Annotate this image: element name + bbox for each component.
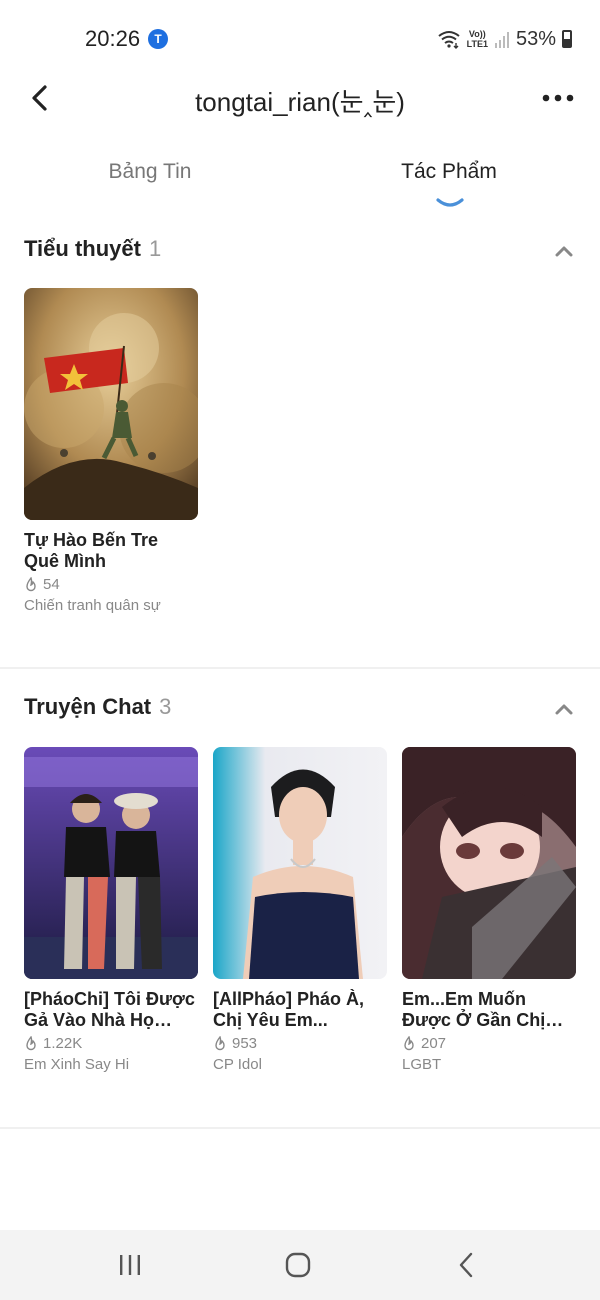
battery-icon — [562, 30, 572, 48]
story-title: [AllPháo] Pháo À, Chị Yêu Em... — [213, 989, 365, 1030]
section-title: Truyện Chat — [24, 694, 152, 719]
status-bar: 20:26 T Vo)) LTE1 53% — [0, 0, 600, 76]
section-divider — [0, 1127, 600, 1129]
wifi-icon — [438, 31, 460, 49]
section-header-chat-stories: Truyện Chat 3 — [24, 694, 576, 734]
fire-icon — [404, 1036, 414, 1051]
lte-indicator: Vo)) LTE1 — [467, 29, 488, 49]
recent-apps-icon[interactable] — [110, 1250, 150, 1280]
page-title: tongtai_rian(눈‸눈) — [195, 87, 405, 117]
story-cover-image — [24, 747, 198, 979]
section-count: 3 — [159, 694, 172, 719]
chat-story-card[interactable]: [AllPháo] Pháo À, Chị Yêu Em... 953 CP I… — [213, 747, 387, 1073]
story-cover-image — [213, 747, 387, 979]
app-badge-icon: T — [148, 29, 168, 49]
chat-story-card[interactable]: [PháoChi] Tôi Được Gả Vào Nhà Họ Ng... 1… — [24, 747, 198, 1073]
status-time: 20:26 — [85, 26, 141, 51]
novel-cover-image — [24, 288, 198, 520]
genre-label: LGBT — [402, 1056, 442, 1073]
active-tab-indicator — [436, 198, 464, 207]
story-title: [PháoChi] Tôi Được Gả Vào Nhà Họ Ng... — [24, 989, 195, 1030]
system-nav-bar — [0, 1230, 600, 1300]
system-back-icon[interactable] — [446, 1250, 486, 1280]
view-count: 54 — [24, 576, 198, 593]
section-count: 1 — [148, 236, 162, 261]
tab-bar: Bảng Tin Tác Phẩm — [0, 160, 600, 220]
view-count: 953 — [213, 1035, 387, 1052]
novel-title: Tự Hào Bến Tre Quê Mình — [24, 530, 159, 571]
view-count-value: 54 — [43, 576, 60, 593]
novel-card[interactable]: Tự Hào Bến Tre Quê Mình 54 Chiến tranh q… — [24, 288, 198, 614]
chevron-up-icon[interactable] — [552, 240, 576, 264]
more-options-icon[interactable] — [538, 80, 578, 116]
genre-label: Chiến tranh quân sự — [24, 597, 161, 614]
section-title: Tiểu thuyết — [24, 236, 141, 261]
home-icon[interactable] — [278, 1250, 318, 1280]
lte-top: Vo)) — [468, 29, 486, 39]
view-count-value: 1.22K — [43, 1035, 83, 1052]
fire-icon — [26, 577, 36, 592]
view-count-value: 207 — [421, 1035, 447, 1052]
genre-label: Em Xinh Say Hi — [24, 1056, 130, 1073]
genre-label: CP Idol — [213, 1056, 262, 1073]
lte-bottom: LTE1 — [466, 39, 488, 49]
tab-feed[interactable]: Bảng Tin — [50, 160, 250, 184]
section-header-novels: Tiểu thuyết 1 — [24, 236, 576, 276]
section-divider — [0, 667, 600, 669]
status-icons: Vo)) LTE1 53% — [437, 24, 572, 54]
chat-story-card[interactable]: Em...Em Muốn Được Ở Gần Chị Hơn 207 LGBT — [402, 747, 576, 1073]
tab-works[interactable]: Tác Phẩm — [349, 160, 549, 184]
signal-icon — [494, 32, 509, 48]
chevron-up-icon[interactable] — [552, 698, 576, 722]
view-count: 1.22K — [24, 1035, 198, 1052]
view-count-value: 953 — [232, 1035, 258, 1052]
battery-percent: 53% — [515, 27, 556, 50]
story-title: Em...Em Muốn Được Ở Gần Chị Hơn — [402, 989, 546, 1030]
fire-icon — [215, 1036, 225, 1051]
fire-icon — [26, 1036, 36, 1051]
top-bar: tongtai_rian(눈‸눈) — [0, 70, 600, 126]
view-count: 207 — [402, 1035, 576, 1052]
story-cover-image — [402, 747, 576, 979]
